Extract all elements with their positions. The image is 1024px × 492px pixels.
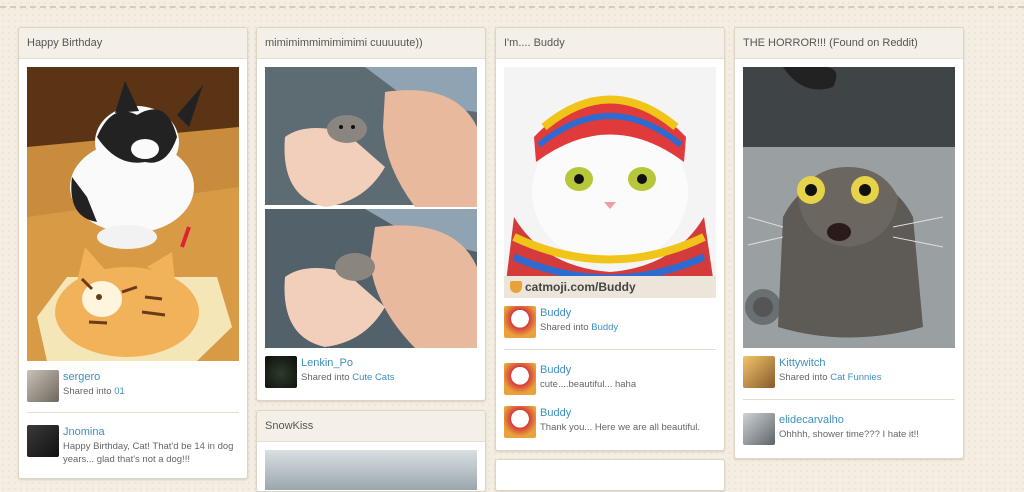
comment-text: Happy Birthday, Cat! That'd be 14 in dog… <box>63 441 234 465</box>
comment-text: cute....beautiful... haha <box>540 379 637 390</box>
user-name-link[interactable]: Buddy <box>540 363 716 378</box>
wet-cat-illustration <box>743 67 955 348</box>
board-link[interactable]: Cute Cats <box>352 372 394 383</box>
user-name-link[interactable]: Buddy <box>540 306 716 321</box>
pin-title[interactable]: THE HORROR!!! (Found on Reddit) <box>735 28 963 59</box>
comment-text: Thank you... Here we are all beautiful. <box>540 422 701 433</box>
cat-cake-illustration <box>27 67 239 361</box>
cat-hat-illustration <box>504 67 716 298</box>
pin-photo-cat-in-hat[interactable]: catmoji.com/Buddy <box>504 67 716 298</box>
avatar[interactable] <box>265 356 297 388</box>
pin-title[interactable]: I'm.... Buddy <box>496 28 724 59</box>
pin-photo-snow[interactable] <box>265 450 477 490</box>
comment-row: Kittywitch Shared into Cat Funnies <box>743 356 955 390</box>
pin-card-partial[interactable] <box>495 459 725 491</box>
pin-card-cute-kitten[interactable]: mimimimmimimimimi cuuuuute)) Lenkin_Po S… <box>256 27 486 401</box>
pin-title[interactable]: mimimimmimimimimi cuuuuute)) <box>257 28 485 59</box>
avatar[interactable] <box>27 370 59 402</box>
comment-row: sergero Shared into 01 <box>27 370 239 404</box>
shared-into-label: Shared into <box>540 322 592 333</box>
catmoji-icon <box>510 281 522 293</box>
board-link[interactable]: Cat Funnies <box>830 372 881 383</box>
avatar[interactable] <box>27 425 59 457</box>
shared-into-label: Shared into <box>779 372 831 383</box>
divider <box>504 349 716 350</box>
pin-card-happy-birthday[interactable]: Happy Birthday sergero Shared into 01 Jn… <box>18 27 248 479</box>
divider <box>27 412 239 413</box>
pin-title[interactable]: Happy Birthday <box>19 28 247 59</box>
avatar[interactable] <box>504 406 536 438</box>
user-name-link[interactable]: Kittywitch <box>779 356 955 371</box>
pin-title[interactable]: SnowKiss <box>257 411 485 442</box>
comment-row: Lenkin_Po Shared into Cute Cats <box>265 356 477 390</box>
avatar[interactable] <box>504 306 536 338</box>
comment-row: Buddy Shared into Buddy <box>504 306 716 340</box>
user-name-link[interactable]: elidecarvalho <box>779 413 955 428</box>
pin-photo-wet-cat[interactable] <box>743 67 955 348</box>
pin-photo-cat-birthday-cake[interactable] <box>27 67 239 361</box>
catmoji-watermark: catmoji.com/Buddy <box>504 276 716 298</box>
user-name-link[interactable]: Lenkin_Po <box>301 356 477 371</box>
comment-row: elidecarvalho Ohhhh, shower time??? I ha… <box>743 413 955 447</box>
user-name-link[interactable]: Buddy <box>540 406 716 421</box>
avatar[interactable] <box>743 413 775 445</box>
pin-card-buddy[interactable]: I'm.... Buddy catmoji.com/Buddy Buddy Sh… <box>495 27 725 451</box>
watermark-text: catmoji.com/Buddy <box>525 280 636 294</box>
shared-into-label: Shared into <box>63 386 115 397</box>
user-name-link[interactable]: sergero <box>63 370 239 385</box>
top-dashed-border <box>0 0 1024 8</box>
comment-row: Buddy cute....beautiful... haha <box>504 363 716 397</box>
comment-row: Buddy Thank you... Here we are all beaut… <box>504 406 716 440</box>
comment-text: Ohhhh, shower time??? I hate it!! <box>779 429 919 440</box>
pin-card-the-horror[interactable]: THE HORROR!!! (Found on Reddit) Kittywit… <box>734 27 964 459</box>
board-link[interactable]: 01 <box>114 386 125 397</box>
user-name-link[interactable]: Jnomina <box>63 425 239 440</box>
man-kitten-illustration <box>265 67 477 348</box>
pin-card-snowkiss[interactable]: SnowKiss <box>256 410 486 492</box>
shared-into-label: Shared into <box>301 372 353 383</box>
avatar[interactable] <box>743 356 775 388</box>
comment-row: Jnomina Happy Birthday, Cat! That'd be 1… <box>27 425 239 465</box>
avatar[interactable] <box>504 363 536 395</box>
divider <box>743 399 955 400</box>
board-link[interactable]: Buddy <box>591 322 618 333</box>
pin-photo-man-kissing-kitten[interactable] <box>265 67 477 348</box>
